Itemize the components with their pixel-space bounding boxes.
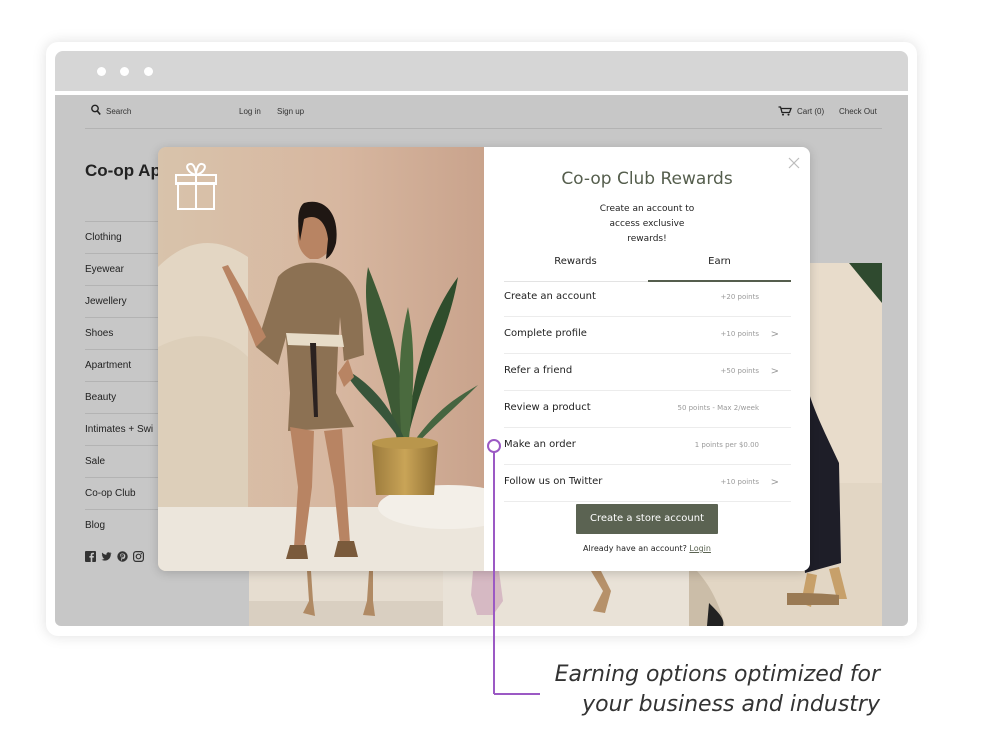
window-dot-maximize[interactable]: [144, 67, 153, 76]
twitter-icon[interactable]: [101, 551, 112, 562]
earn-item-complete-profile[interactable]: Complete profile +10 points >: [504, 317, 791, 354]
store-topnav: Search Log in Sign up Cart (0) Check Out: [55, 95, 908, 128]
social-links: [85, 551, 145, 563]
earn-item-points: +20 points: [720, 293, 760, 301]
login-prompt: Already have an account? Login: [484, 544, 810, 553]
store-title[interactable]: Co-op Ap: [85, 161, 161, 181]
earn-item-follow-twitter[interactable]: Follow us on Twitter +10 points >: [504, 465, 791, 502]
earn-item-points: +10 points: [720, 478, 760, 486]
cart-link[interactable]: Cart (0): [797, 107, 824, 116]
earn-item-review-product[interactable]: Review a product 50 points - Max 2/week: [504, 391, 791, 428]
tab-rewards[interactable]: Rewards: [504, 251, 647, 280]
login-prompt-text: Already have an account?: [583, 544, 687, 553]
window-dot-close[interactable]: [97, 67, 106, 76]
chevron-right-icon: >: [770, 366, 779, 377]
callout-caption-line2: your business and industry: [582, 692, 880, 717]
earn-item-label: Create an account: [504, 291, 596, 302]
earn-list: Create an account +20 points Complete pr…: [504, 280, 791, 502]
close-icon[interactable]: [788, 157, 800, 169]
earn-item-points: 50 points - Max 2/week: [677, 404, 759, 412]
window-dot-minimize[interactable]: [120, 67, 129, 76]
rewards-panel: Co-op Club Rewards Create an account to …: [484, 147, 810, 571]
product-image-1[interactable]: [249, 571, 443, 626]
earn-item-label: Complete profile: [504, 328, 587, 339]
modal-login-link[interactable]: Login: [689, 544, 711, 553]
store-viewport: Search Log in Sign up Cart (0) Check Out…: [55, 95, 908, 626]
earn-item-label: Follow us on Twitter: [504, 476, 603, 487]
create-account-button[interactable]: Create a store account: [576, 504, 718, 534]
signup-link[interactable]: Sign up: [277, 107, 304, 116]
earn-item-label: Make an order: [504, 439, 576, 450]
instagram-icon[interactable]: [133, 551, 145, 563]
callout-caption-line1: Earning options optimized for: [554, 662, 880, 687]
login-link[interactable]: Log in: [239, 107, 261, 116]
chevron-right-icon: >: [770, 477, 779, 488]
browser-titlebar: [55, 51, 908, 91]
chevron-right-icon: >: [770, 329, 779, 340]
search-icon[interactable]: [91, 104, 101, 116]
tab-earn[interactable]: Earn: [648, 251, 791, 282]
earn-item-make-order[interactable]: Make an order 1 points per $0.00: [504, 428, 791, 465]
checkout-link[interactable]: Check Out: [839, 107, 877, 116]
rewards-modal: Co-op Club Rewards Create an account to …: [158, 147, 810, 571]
nav-divider: [85, 128, 882, 129]
product-image-2[interactable]: [443, 571, 689, 626]
earn-item-label: Refer a friend: [504, 365, 573, 376]
browser-window: Search Log in Sign up Cart (0) Check Out…: [46, 42, 917, 636]
modal-subtitle: Create an account to access exclusive re…: [599, 204, 695, 244]
search-link[interactable]: Search: [106, 107, 131, 116]
rewards-tabs: Rewards Earn: [504, 251, 791, 282]
earn-item-refer-friend[interactable]: Refer a friend +50 points >: [504, 354, 791, 391]
earn-item-create-account[interactable]: Create an account +20 points: [504, 280, 791, 317]
facebook-icon[interactable]: [85, 551, 96, 562]
pinterest-icon[interactable]: [117, 551, 128, 562]
model-photo: [158, 147, 484, 571]
earn-item-points: +50 points: [720, 367, 760, 375]
modal-title: Co-op Club Rewards: [561, 169, 733, 189]
earn-item-label: Review a product: [504, 402, 591, 413]
earn-item-points: +10 points: [720, 330, 760, 338]
callout-caption: Earning options optimized for your busin…: [500, 660, 880, 720]
cart-icon[interactable]: [778, 106, 792, 116]
earn-item-points: 1 points per $0.00: [694, 441, 759, 449]
